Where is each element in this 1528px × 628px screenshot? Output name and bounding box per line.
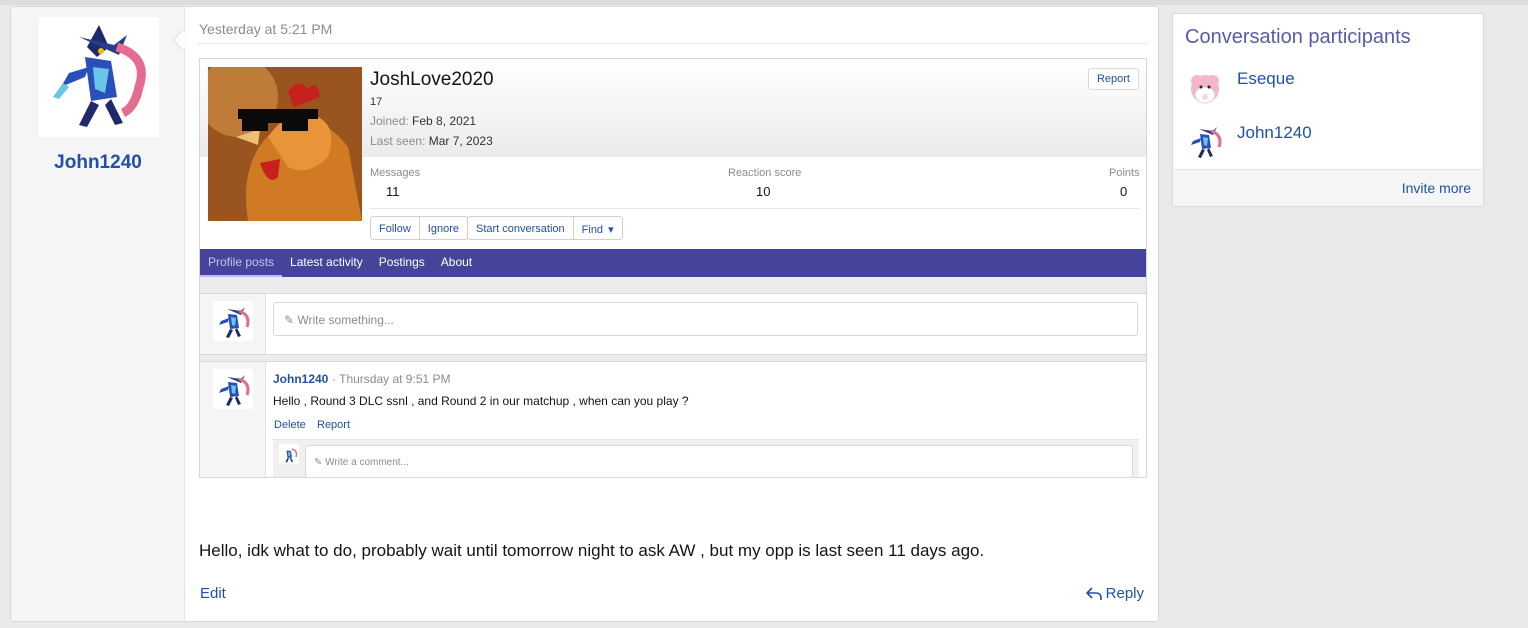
divider: [370, 208, 1139, 209]
avatar[interactable]: [39, 17, 159, 137]
report-button[interactable]: Report: [1087, 68, 1139, 90]
profile-avatar[interactable]: [208, 67, 362, 221]
tab-about[interactable]: About: [433, 249, 480, 277]
message-username[interactable]: John1240: [11, 152, 185, 174]
top-border: [0, 0, 1528, 5]
edit-link[interactable]: Edit: [200, 585, 226, 602]
avatar[interactable]: [213, 301, 253, 341]
post-username[interactable]: John1240: [273, 372, 328, 386]
profile-age: 17: [370, 96, 383, 108]
follow-ignore-group: Follow Ignore: [370, 216, 468, 240]
caret-down-icon: ▾: [608, 224, 614, 236]
avatar[interactable]: [213, 369, 253, 409]
message-user-cell: John1240: [11, 7, 185, 621]
stat-reaction-label: Reaction score: [728, 167, 802, 179]
start-conversation-button[interactable]: Start conversation: [468, 217, 574, 239]
new-profile-post: ✎ Write something...: [200, 293, 1146, 355]
tab-latest-activity[interactable]: Latest activity: [282, 249, 371, 277]
reply-label: Reply: [1105, 585, 1144, 602]
avatar[interactable]: [1185, 67, 1225, 107]
tab-profile-posts[interactable]: Profile posts: [200, 249, 283, 277]
pencil-icon: ✎: [284, 313, 295, 327]
invite-more-link[interactable]: Invite more: [1402, 180, 1471, 196]
stat-points-label: Points: [1109, 167, 1140, 179]
message-body: Hello, idk what to do, probably wait unt…: [199, 541, 985, 560]
last-seen-value: Mar 7, 2023: [428, 134, 493, 148]
stat-reaction-value[interactable]: 10: [756, 184, 770, 199]
participant-eseque: Eseque: [1185, 67, 1465, 111]
stat-points-value[interactable]: 0: [1120, 184, 1127, 199]
ignore-button[interactable]: Ignore: [420, 217, 467, 239]
profile-name[interactable]: JoshLove2020: [370, 69, 494, 91]
joined-value: Feb 8, 2021: [412, 114, 477, 128]
participant-name[interactable]: John1240: [1237, 123, 1312, 143]
reply-button[interactable]: Reply: [1085, 585, 1144, 602]
avatar[interactable]: [1185, 121, 1225, 161]
participant-john1240: John1240: [1185, 121, 1465, 165]
stat-messages-value[interactable]: 11: [386, 184, 400, 199]
write-placeholder: Write something...: [297, 313, 394, 327]
conversation-message: John1240 Yesterday at 5:21 PM JoshLove20…: [10, 6, 1159, 622]
write-comment-input[interactable]: ✎ Write a comment...: [305, 445, 1133, 477]
reply-icon: [1085, 586, 1102, 600]
post-avatar-cell: [200, 294, 266, 354]
message-date[interactable]: Yesterday at 5:21 PM: [199, 21, 332, 37]
pencil-icon: ✎: [314, 457, 323, 468]
joined-label: Joined:: [370, 114, 409, 128]
profile-tabs: Profile posts Latest activity Postings A…: [200, 249, 1146, 277]
report-link[interactable]: Report: [317, 419, 350, 431]
conversation-participants-block: Conversation participants Eseque John124…: [1172, 13, 1484, 207]
profile-last-seen: Last seen: Mar 7, 2023: [370, 134, 493, 148]
find-label: Find: [581, 224, 604, 236]
comment-area: ✎ Write a comment...: [273, 439, 1139, 477]
profile-joined: Joined: Feb 8, 2021: [370, 114, 476, 128]
post-text: Hello , Round 3 DLC ssnl , and Round 2 i…: [273, 394, 689, 408]
profile-post: John1240 · Thursday at 9:51 PM Hello , R…: [200, 361, 1146, 477]
last-seen-label: Last seen:: [370, 134, 426, 148]
divider: [198, 43, 1147, 44]
find-button[interactable]: Find ▾: [574, 217, 622, 239]
post-avatar-cell: [200, 362, 266, 477]
follow-button[interactable]: Follow: [371, 217, 420, 239]
participant-name[interactable]: Eseque: [1237, 69, 1295, 89]
avatar[interactable]: [279, 444, 299, 464]
post-time[interactable]: · Thursday at 9:51 PM: [332, 372, 451, 386]
write-something-input[interactable]: ✎ Write something...: [273, 302, 1138, 336]
embedded-profile-card: JoshLove2020 17 Joined: Feb 8, 2021 Last…: [199, 58, 1147, 478]
conversation-find-group: Start conversation Find ▾: [467, 216, 623, 240]
comment-placeholder: Write a comment...: [325, 457, 409, 468]
tab-postings[interactable]: Postings: [371, 249, 433, 277]
sidebar-footer: Invite more: [1173, 169, 1483, 206]
sidebar-title: Conversation participants: [1185, 26, 1411, 48]
stat-messages-label: Messages: [370, 167, 421, 179]
tab-spacer: [200, 277, 1146, 293]
delete-link[interactable]: Delete: [274, 419, 306, 431]
